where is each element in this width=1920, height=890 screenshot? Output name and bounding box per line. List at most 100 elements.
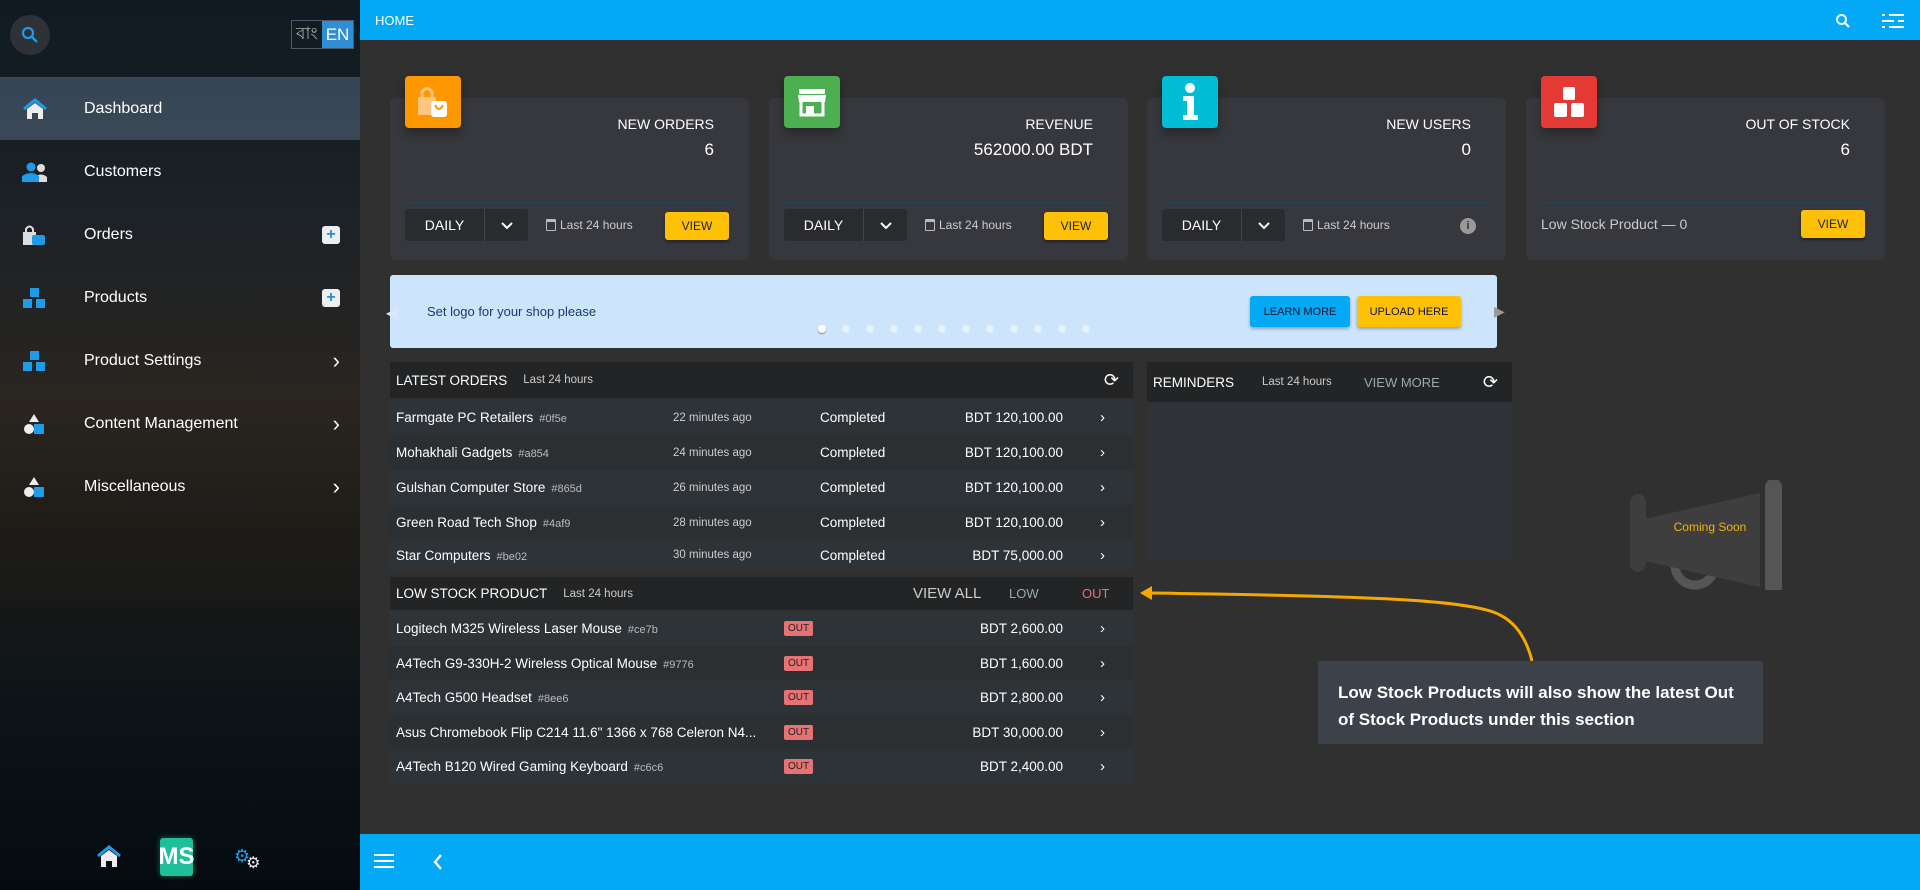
search-icon[interactable] bbox=[1835, 13, 1851, 29]
card-icon bbox=[1162, 76, 1218, 128]
low-stock-row[interactable]: A4Tech G9-330H-2 Wireless Optical Mouse #… bbox=[390, 645, 1133, 681]
view-all-link[interactable]: VIEW ALL bbox=[913, 585, 981, 602]
sidebar-item-label: Miscellaneous bbox=[84, 477, 186, 495]
chevron-right-icon[interactable]: › bbox=[1100, 444, 1105, 461]
view-button[interactable]: VIEW bbox=[665, 212, 729, 240]
language-bn[interactable]: বাং bbox=[292, 21, 322, 48]
chevron-right-icon[interactable]: › bbox=[1100, 724, 1105, 741]
menu-icon[interactable] bbox=[374, 853, 394, 869]
period-select[interactable]: DAILY bbox=[405, 209, 528, 241]
latest-orders-panel: LATEST ORDERS Last 24 hours ⟳ Farmgate P… bbox=[390, 362, 1133, 574]
sidebar-item-label: Products bbox=[84, 288, 148, 306]
carousel-dot[interactable] bbox=[842, 325, 850, 333]
sidebar-item-product-settings[interactable]: Product Settings › bbox=[0, 329, 360, 392]
settings-gears-icon[interactable]: ⚙⚙ bbox=[234, 846, 264, 872]
order-time: 24 minutes ago bbox=[673, 446, 752, 459]
view-button[interactable]: VIEW bbox=[1044, 212, 1108, 240]
upload-here-button[interactable]: UPLOAD HERE bbox=[1357, 296, 1461, 327]
low-stock-row[interactable]: Logitech M325 Wireless Laser Mouse #ce7b O… bbox=[390, 611, 1133, 646]
carousel-dot[interactable] bbox=[962, 325, 970, 333]
order-time: 26 minutes ago bbox=[673, 481, 752, 494]
low-stock-title: LOW STOCK PRODUCT bbox=[396, 586, 548, 601]
add-icon[interactable]: + bbox=[322, 225, 340, 244]
chevron-right-icon[interactable]: › bbox=[1100, 689, 1105, 706]
footer-home-icon[interactable] bbox=[96, 844, 122, 873]
carousel-dot[interactable] bbox=[1058, 325, 1066, 333]
chevron-right-icon[interactable]: › bbox=[1100, 409, 1105, 426]
info-icon[interactable]: i bbox=[1460, 218, 1476, 234]
product-id: #ce7b bbox=[627, 624, 658, 636]
carousel-dot[interactable] bbox=[1010, 325, 1018, 333]
sidebar-item-dashboard[interactable]: Dashboard bbox=[0, 77, 360, 140]
order-row[interactable]: Mohakhali Gadgets #a854 24 minutes ago Comp… bbox=[390, 435, 1133, 470]
order-amount: BDT 75,000.00 bbox=[972, 547, 1063, 563]
learn-more-button[interactable]: LEARN MORE bbox=[1250, 296, 1350, 327]
order-time: 28 minutes ago bbox=[673, 516, 752, 529]
chevron-right-icon[interactable]: › bbox=[1100, 514, 1105, 531]
customer-name: Green Road Tech Shop bbox=[396, 515, 537, 530]
sidebar-item-customers[interactable]: Customers bbox=[0, 140, 360, 203]
sidebar-item-content-management[interactable]: Content Management › bbox=[0, 392, 360, 455]
card-icon bbox=[784, 76, 840, 128]
chevron-right-icon[interactable]: › bbox=[1100, 479, 1105, 496]
carousel-dot[interactable] bbox=[890, 325, 898, 333]
language-en[interactable]: EN bbox=[321, 21, 354, 48]
sidebar-item-products[interactable]: Products + bbox=[0, 266, 360, 329]
period-select[interactable]: DAILY bbox=[1162, 209, 1285, 241]
sidebar-item-label: Orders bbox=[84, 225, 133, 243]
order-row[interactable]: Gulshan Computer Store #865d 26 minutes ag… bbox=[390, 470, 1133, 505]
boxes-icon bbox=[22, 350, 48, 372]
refresh-icon[interactable]: ⟳ bbox=[1483, 372, 1498, 393]
carousel-dot[interactable] bbox=[986, 325, 994, 333]
app-logo[interactable]: MS bbox=[159, 838, 195, 876]
back-chevron-icon[interactable] bbox=[432, 853, 444, 871]
filter-low-tab[interactable]: LOW bbox=[1009, 586, 1039, 601]
filter-settings-icon[interactable] bbox=[1882, 13, 1904, 29]
filter-out-tab[interactable]: OUT bbox=[1082, 586, 1109, 601]
order-row[interactable]: Farmgate PC Retailers #0f5e 22 minutes ago… bbox=[390, 400, 1133, 435]
shapes-icon bbox=[22, 476, 48, 498]
view-button[interactable]: VIEW bbox=[1801, 210, 1865, 238]
period-text: Last 24 hours bbox=[939, 218, 1012, 232]
reminders-panel: REMINDERS Last 24 hours VIEW MORE ⟳ bbox=[1147, 362, 1512, 561]
refresh-icon[interactable]: ⟳ bbox=[1104, 370, 1119, 391]
chevron-right-icon[interactable]: › bbox=[1100, 620, 1105, 637]
carousel-dot[interactable] bbox=[914, 325, 922, 333]
chevron-down-icon[interactable] bbox=[864, 209, 907, 241]
order-row[interactable]: Star Computers #be02 30 minutes ago Complet… bbox=[390, 540, 1133, 570]
chevron-down-icon[interactable] bbox=[485, 209, 528, 241]
sidebar-search-button[interactable] bbox=[10, 15, 50, 55]
low-stock-row[interactable]: A4Tech G500 Headset #8ee6 OUT BDT 2,800.00 › bbox=[390, 680, 1133, 715]
sidebar-item-label: Customers bbox=[84, 162, 162, 180]
carousel-prev-arrow[interactable]: ◀ bbox=[386, 303, 398, 323]
sidebar-item-orders[interactable]: Orders + bbox=[0, 203, 360, 266]
language-toggle[interactable]: বাং EN bbox=[291, 20, 355, 49]
add-icon[interactable]: + bbox=[322, 288, 340, 307]
low-stock-row[interactable]: Asus Chromebook Flip C214 11.6" 1366 x 7… bbox=[390, 714, 1133, 750]
carousel-dot[interactable] bbox=[1082, 325, 1090, 333]
carousel-dot[interactable] bbox=[938, 325, 946, 333]
carousel-dot[interactable] bbox=[866, 325, 874, 333]
stat-card-revenue: REVENUE 562000.00 BDT DAILY Last 24 hours VI… bbox=[769, 76, 1128, 260]
period-select[interactable]: DAILY bbox=[784, 209, 907, 241]
carousel-next-arrow[interactable]: ▶ bbox=[1494, 303, 1505, 320]
carousel-dot[interactable] bbox=[818, 325, 826, 333]
chevron-right-icon[interactable]: › bbox=[1100, 758, 1105, 775]
chevron-down-icon[interactable] bbox=[1242, 209, 1285, 241]
card-title: OUT OF STOCK bbox=[1745, 116, 1851, 132]
chevron-right-icon[interactable]: › bbox=[1100, 547, 1105, 564]
stat-card-new-users: NEW USERS 0 DAILY Last 24 hours i bbox=[1147, 76, 1506, 260]
chevron-right-icon[interactable]: › bbox=[1100, 655, 1105, 672]
card-title: NEW USERS bbox=[1386, 116, 1471, 132]
banner-text: Set logo for your shop please bbox=[427, 304, 597, 319]
customer-name: Gulshan Computer Store bbox=[396, 480, 546, 495]
order-amount: BDT 120,100.00 bbox=[964, 410, 1063, 425]
low-stock-row[interactable]: A4Tech B120 Wired Gaming Keyboard #c6c6 OU… bbox=[390, 749, 1133, 784]
carousel-dot[interactable] bbox=[1034, 325, 1042, 333]
view-more-link[interactable]: VIEW MORE bbox=[1364, 375, 1440, 390]
chevron-right-icon: › bbox=[332, 410, 340, 436]
chevron-right-icon: › bbox=[332, 473, 340, 499]
top-bar: HOME bbox=[360, 0, 1920, 40]
order-row[interactable]: Green Road Tech Shop #4af9 28 minutes ago C… bbox=[390, 505, 1133, 540]
sidebar-item-miscellaneous[interactable]: Miscellaneous › bbox=[0, 455, 360, 518]
